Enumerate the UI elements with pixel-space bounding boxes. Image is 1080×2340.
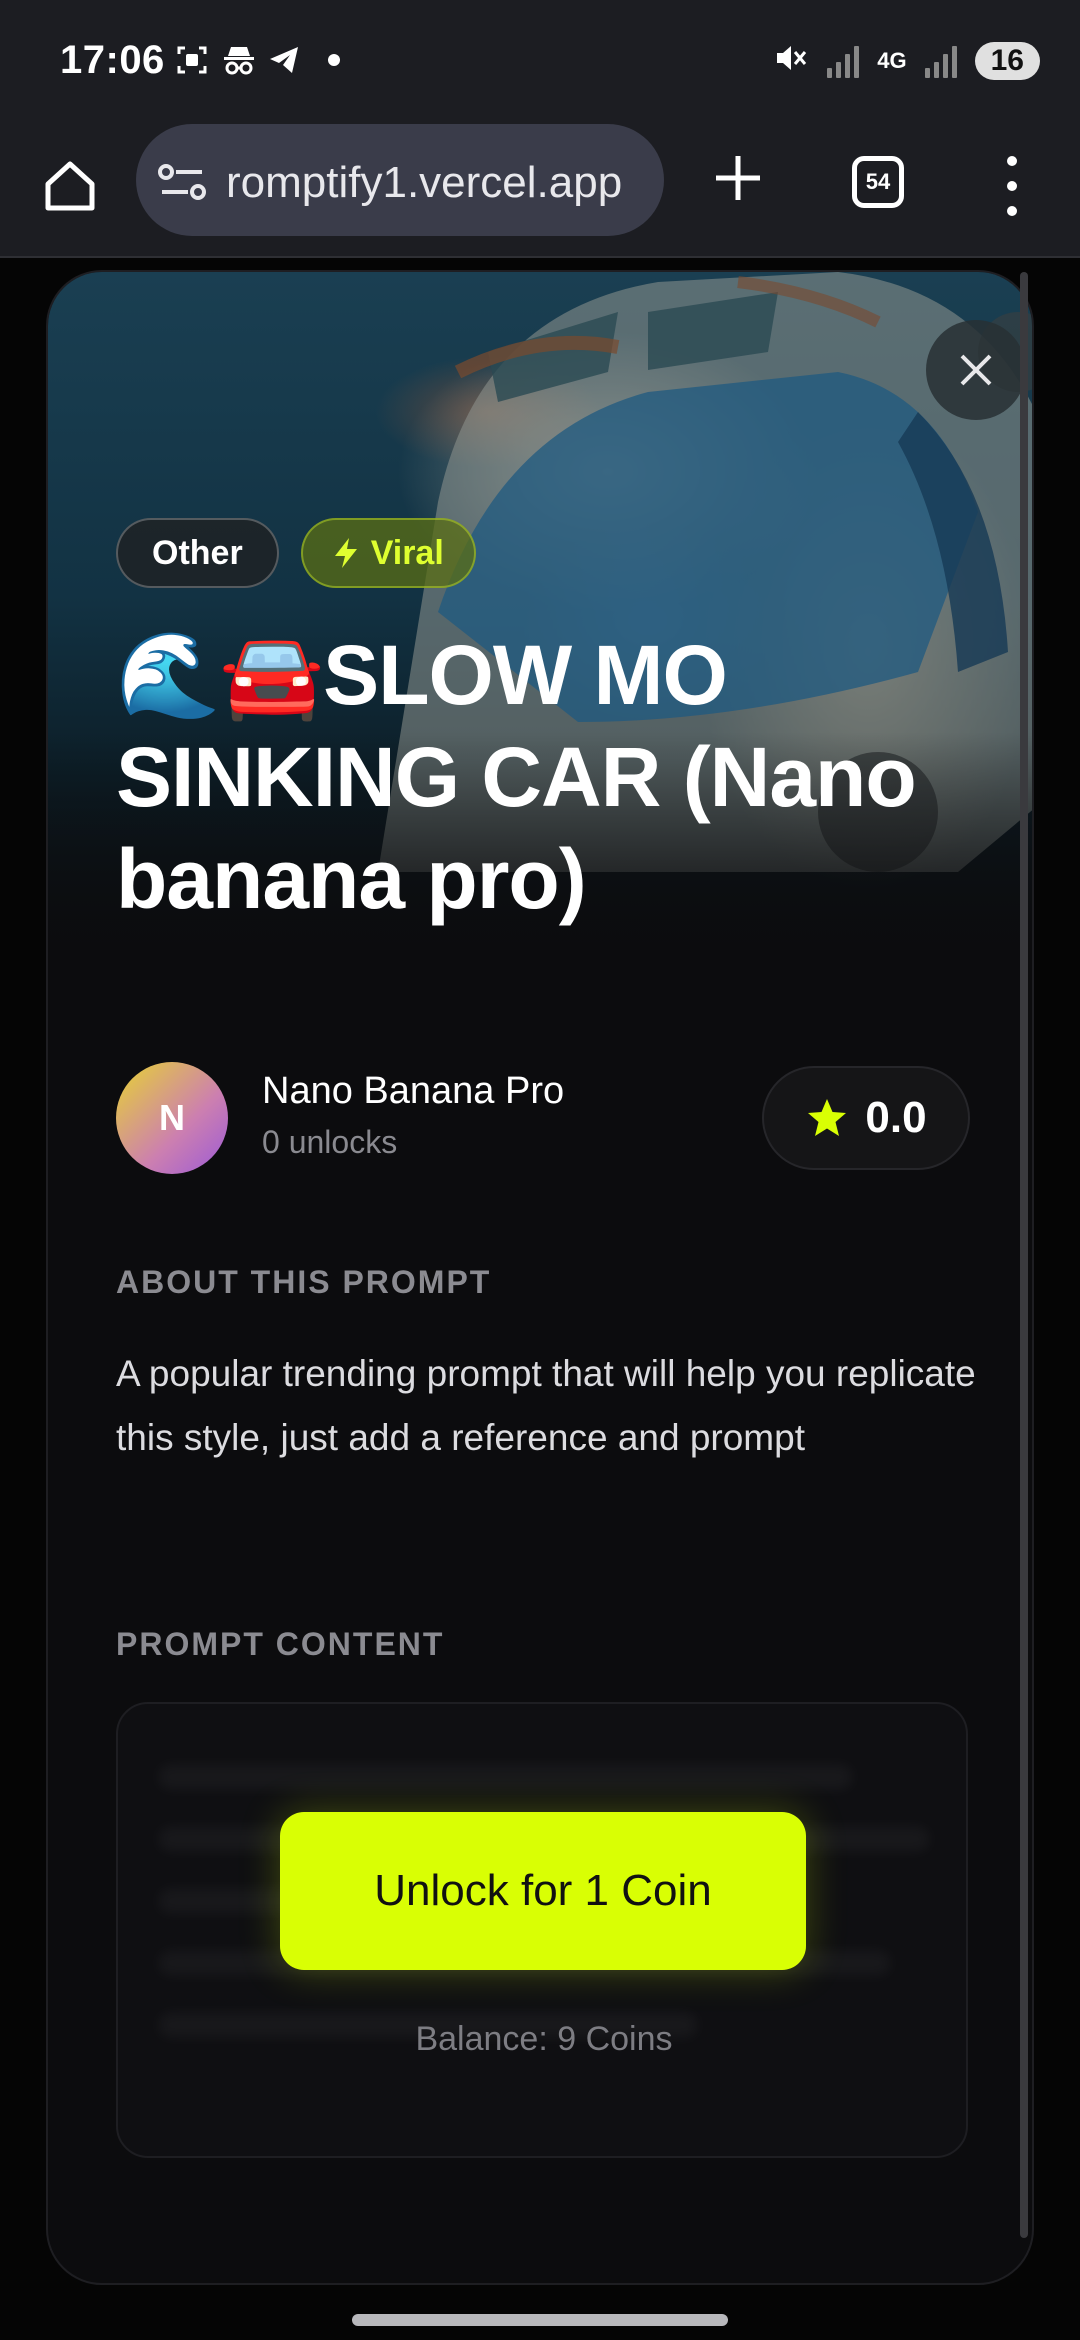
about-heading: ABOUT THIS PROMPT [116,1264,492,1300]
gesture-home-indicator[interactable] [352,2314,728,2326]
scrollbar[interactable] [1020,272,1028,2238]
tab-switcher-button[interactable]: 54 [852,156,904,208]
screenshot-icon [176,44,208,76]
locked-prompt-box: Unlock for 1 Coin Balance: 9 Coins [116,1702,968,2158]
home-icon [45,161,95,211]
mute-icon [773,40,809,81]
lightning-icon [334,538,357,568]
star-icon [808,1099,847,1136]
network-type: 4G [877,47,907,73]
prompt-title: 🌊🚘SLOW MO SINKING CAR (Nano banana pro) [116,628,917,926]
notification-icons [176,44,340,76]
browser-menu-button[interactable] [1000,156,1024,216]
tag-viral-label: Viral [370,533,444,572]
author-avatar[interactable]: N [116,1062,228,1174]
prompt-detail-modal: Other Viral 🌊🚘SLOW MO SINKING CAR (Nano … [46,270,1034,2285]
new-tab-button[interactable] [712,152,764,204]
close-icon [960,354,992,386]
address-bar[interactable]: romptify1.vercel.app [136,124,664,236]
site-settings-icon[interactable] [158,162,206,202]
rating-badge[interactable]: 0.0 [762,1066,970,1170]
author-name[interactable]: Nano Banana Pro [262,1070,564,1113]
notification-dot [328,54,340,66]
unlock-button[interactable]: Unlock for 1 Coin [280,1812,806,1970]
telegram-icon [268,44,300,76]
tag-category[interactable]: Other [116,518,279,588]
browser-toolbar: romptify1.vercel.app 54 [0,120,1080,258]
coin-balance: Balance: 9 Coins [415,2020,673,2058]
unlock-count: 0 unlocks [262,1124,398,1160]
signal-icon-2 [924,44,957,78]
tag-viral[interactable]: Viral [300,518,476,588]
close-button[interactable] [926,320,1026,420]
signal-icon-1 [827,44,860,78]
plus-icon [716,156,760,200]
url-text[interactable]: romptify1.vercel.app [226,158,646,208]
home-button[interactable] [40,156,100,216]
tag-list: Other Viral [116,518,476,588]
about-text: A popular trending prompt that will help… [116,1353,976,1458]
battery-indicator: 16 [974,41,1040,80]
system-status-icons: 4G 16 [773,40,1040,81]
status-bar: 17:06 4G 16 [0,0,1080,120]
prompt-content-heading: PROMPT CONTENT [116,1626,445,1662]
incognito-icon [222,44,254,76]
rating-value: 0.0 [865,1093,927,1142]
status-time: 17:06 [60,38,165,82]
